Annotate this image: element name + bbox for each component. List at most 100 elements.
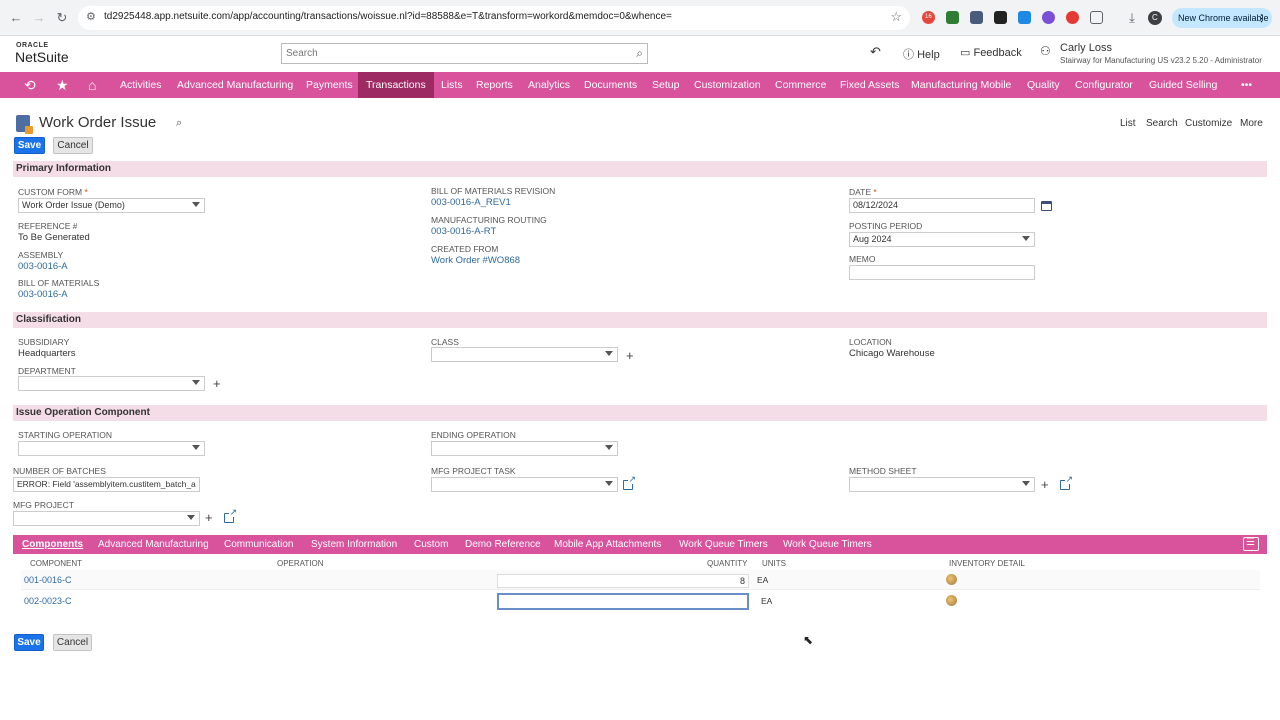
custom-form-select[interactable]: Work Order Issue (Demo)	[18, 198, 205, 213]
forward-icon[interactable]: →	[31, 10, 47, 26]
user-name[interactable]: Carly Loss	[1060, 42, 1112, 54]
add-class-icon[interactable]: +	[626, 349, 634, 362]
nav-fixed-assets[interactable]: Fixed Assets	[840, 72, 900, 98]
favorites-star-icon[interactable]: ★	[56, 76, 69, 94]
department-select[interactable]	[18, 376, 205, 391]
home-icon[interactable]: ⌂	[88, 76, 96, 94]
open-mfg-project-task-icon[interactable]	[623, 475, 636, 490]
nav-advanced-manufacturing[interactable]: Advanced Manufacturing	[177, 72, 293, 98]
nav-more[interactable]: •••	[1241, 72, 1252, 98]
date-input[interactable]: 08/12/2024	[849, 198, 1035, 213]
tab-work-queue-timers[interactable]: Work Queue Timers	[679, 535, 768, 554]
extension-notion-icon[interactable]	[994, 11, 1007, 24]
quantity-input-focused[interactable]	[497, 593, 749, 610]
method-sheet-select[interactable]	[849, 477, 1035, 492]
starting-operation-select[interactable]	[18, 441, 205, 456]
new-chrome-available-button[interactable]: New Chrome available ⋮	[1172, 8, 1272, 28]
nav-configurator[interactable]: Configurator	[1075, 72, 1133, 98]
save-button-bottom[interactable]: Save	[14, 634, 44, 651]
quantity-input[interactable]: 8	[497, 574, 749, 588]
bom-link[interactable]: 003-0016-A	[18, 289, 68, 300]
posting-period-select[interactable]: Aug 2024	[849, 232, 1035, 247]
customize-link[interactable]: Customize	[1185, 118, 1232, 129]
class-select[interactable]	[431, 347, 618, 362]
nav-commerce[interactable]: Commerce	[775, 72, 826, 98]
nav-payments[interactable]: Payments	[306, 72, 353, 98]
open-method-sheet-icon[interactable]	[1060, 475, 1073, 490]
tab-components[interactable]: Components	[22, 535, 83, 554]
component-link[interactable]: 002-0023-C	[24, 596, 72, 606]
recent-records-icon[interactable]: ↶	[870, 44, 881, 60]
save-button[interactable]: Save	[14, 137, 45, 154]
tab-advanced-manufacturing[interactable]: Advanced Manufacturing	[98, 535, 209, 554]
extensions-icon[interactable]	[1090, 11, 1103, 24]
nav-analytics[interactable]: Analytics	[528, 72, 570, 98]
user-roles-icon[interactable]: ⚇	[1040, 44, 1051, 58]
global-search[interactable]: ⌕	[281, 43, 648, 64]
nav-customization[interactable]: Customization	[694, 72, 761, 98]
add-department-icon[interactable]: +	[213, 377, 221, 390]
section-issue-operation-component[interactable]: Issue Operation Component	[13, 405, 1267, 421]
reload-icon[interactable]: ↻	[54, 10, 70, 26]
global-search-input[interactable]	[282, 44, 612, 63]
tab-mobile-app-attachments[interactable]: Mobile App Attachments	[554, 535, 661, 554]
recent-icon[interactable]: ⟲	[24, 76, 36, 94]
bookmark-star-icon[interactable]: ☆	[890, 9, 902, 25]
tab-work-queue-timers-2[interactable]: Work Queue Timers	[783, 535, 872, 554]
tab-demo-reference[interactable]: Demo Reference	[465, 535, 541, 554]
extension-green-icon[interactable]	[946, 11, 959, 24]
memo-input[interactable]	[849, 265, 1035, 280]
tab-communication[interactable]: Communication	[224, 535, 293, 554]
nav-transactions[interactable]: Transactions	[358, 72, 434, 98]
more-link[interactable]: More	[1240, 118, 1263, 129]
cancel-button[interactable]: Cancel	[53, 137, 93, 154]
nav-manufacturing-mobile[interactable]: Manufacturing Mobile	[911, 72, 1011, 98]
extension-purple-icon[interactable]	[1042, 11, 1055, 24]
help-link[interactable]: ⓘ Help	[903, 46, 940, 62]
extension-badge-icon[interactable]: 16	[922, 11, 935, 24]
component-link[interactable]: 001-0016-C	[24, 575, 72, 585]
netsuite-logo[interactable]: NetSuite	[15, 49, 69, 65]
table-row[interactable]: 001-0016-C 8 EA	[21, 570, 1260, 590]
nav-quality[interactable]: Quality	[1027, 72, 1060, 98]
nav-documents[interactable]: Documents	[584, 72, 637, 98]
routing-link[interactable]: 003-0016-A-RT	[431, 226, 496, 237]
created-from-link[interactable]: Work Order #WO868	[431, 255, 520, 266]
bom-revision-link[interactable]: 003-0016-A_REV1	[431, 197, 511, 208]
site-info-icon[interactable]: ⚙	[86, 10, 96, 23]
extension-blue-icon[interactable]	[1018, 11, 1031, 24]
nav-reports[interactable]: Reports	[476, 72, 513, 98]
feedback-link[interactable]: ▭ Feedback	[960, 46, 1022, 59]
list-link[interactable]: List	[1120, 118, 1136, 129]
extension-puzzle-icon[interactable]	[970, 11, 983, 24]
profile-avatar[interactable]: C	[1148, 11, 1162, 25]
mfg-project-select[interactable]	[13, 511, 200, 526]
tab-system-information[interactable]: System Information	[311, 535, 397, 554]
search-link[interactable]: Search	[1146, 118, 1178, 129]
search-icon[interactable]: ⌕	[636, 46, 643, 61]
extension-red-icon[interactable]	[1066, 11, 1079, 24]
calendar-icon[interactable]	[1041, 201, 1052, 211]
add-method-sheet-icon[interactable]: +	[1041, 478, 1049, 491]
back-icon[interactable]: ←	[8, 10, 24, 26]
chrome-menu-icon[interactable]: ⋮	[1257, 8, 1266, 28]
subtab-menu-icon[interactable]	[1243, 537, 1259, 551]
number-of-batches-input[interactable]: ERROR: Field 'assemblyitem.custitem_batc…	[13, 477, 200, 492]
inventory-detail-icon[interactable]	[946, 595, 957, 606]
open-mfg-project-icon[interactable]	[224, 508, 237, 523]
add-mfg-project-icon[interactable]: +	[205, 511, 213, 524]
download-icon[interactable]: ⤓	[1124, 10, 1140, 26]
section-classification[interactable]: Classification	[13, 312, 1267, 328]
nav-setup[interactable]: Setup	[652, 72, 679, 98]
nav-activities[interactable]: Activities	[120, 72, 161, 98]
section-primary-information[interactable]: Primary Information	[13, 161, 1267, 177]
table-row[interactable]: 002-0023-C EA	[21, 591, 1260, 611]
nav-lists[interactable]: Lists	[441, 72, 463, 98]
nav-guided-selling[interactable]: Guided Selling	[1149, 72, 1217, 98]
address-bar[interactable]: ⚙ td2925448.app.netsuite.com/app/account…	[78, 6, 910, 30]
cancel-button-bottom[interactable]: Cancel	[53, 634, 92, 651]
ending-operation-select[interactable]	[431, 441, 618, 456]
title-search-icon[interactable]: ⌕	[176, 117, 182, 130]
mfg-project-task-select[interactable]	[431, 477, 618, 492]
inventory-detail-icon[interactable]	[946, 574, 957, 585]
